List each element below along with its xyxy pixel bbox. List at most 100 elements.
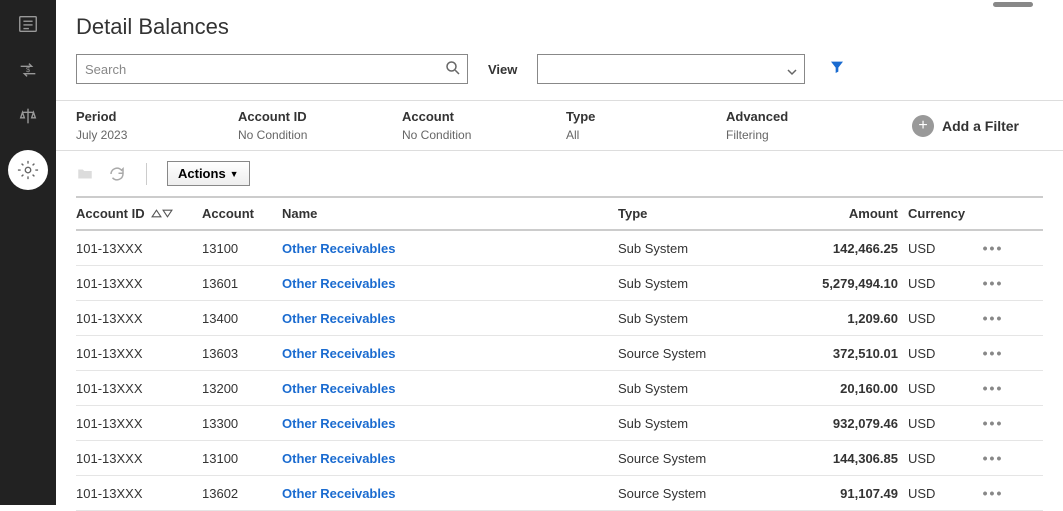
- actions-button[interactable]: Actions ▼: [167, 161, 250, 186]
- td-amount: 20,160.00: [798, 381, 898, 396]
- td-currency: USD: [898, 311, 968, 326]
- table-header: Account ID Account Name Type Amount Curr…: [76, 196, 1043, 231]
- table-row: 101-13XXX13100Other Receivables Sub Syste…: [76, 231, 1043, 266]
- table-row: 101-13XXX13200Other ReceivablesSub Syste…: [76, 371, 1043, 406]
- row-more-icon[interactable]: •••: [983, 450, 1004, 466]
- td-account-id: 101-13XXX: [76, 451, 202, 466]
- toolbar-row: View: [76, 54, 1043, 84]
- view-select[interactable]: [537, 54, 805, 84]
- row-more-icon[interactable]: •••: [983, 485, 1004, 501]
- view-label: View: [488, 62, 517, 77]
- row-more-icon[interactable]: •••: [983, 240, 1004, 256]
- td-type: Source System: [618, 486, 798, 501]
- td-type: Source System: [618, 346, 798, 361]
- td-currency: USD: [898, 346, 968, 361]
- td-name-link[interactable]: Other Receivables: [282, 486, 395, 501]
- th-name[interactable]: Name: [282, 206, 618, 221]
- td-account-id: 101-13XXX: [76, 486, 202, 501]
- row-more-icon[interactable]: •••: [983, 415, 1004, 431]
- svg-text:$: $: [26, 65, 30, 74]
- td-name-link[interactable]: Other Receivables: [282, 241, 395, 256]
- td-name-link[interactable]: Other Receivables: [282, 451, 395, 466]
- td-type: Sub System: [618, 311, 798, 326]
- th-currency[interactable]: Currency: [898, 206, 968, 221]
- filter-period-value: July 2023: [76, 128, 238, 142]
- sort-asc-icon[interactable]: [151, 208, 162, 219]
- refresh-icon[interactable]: [108, 165, 126, 183]
- table-row: 101-13XXX13601Other ReceivablesSub Syste…: [76, 266, 1043, 301]
- sidebar-worklist-icon[interactable]: [16, 12, 40, 36]
- th-amount[interactable]: Amount: [798, 206, 898, 221]
- table-row: 101-13XXX13400Other Receivables Sub Syste…: [76, 301, 1043, 336]
- filter-period-label: Period: [76, 109, 238, 124]
- filter-period[interactable]: Period July 2023: [76, 109, 238, 142]
- add-filter-label: Add a Filter: [942, 118, 1019, 134]
- td-amount: 5,279,494.10: [798, 276, 898, 291]
- td-account: 13602: [202, 486, 282, 501]
- filter-account-id-value: No Condition: [238, 128, 402, 142]
- sort-desc-icon[interactable]: [162, 208, 173, 219]
- td-amount: 372,510.01: [798, 346, 898, 361]
- td-currency: USD: [898, 381, 968, 396]
- plus-icon: +: [912, 115, 934, 137]
- td-currency: USD: [898, 276, 968, 291]
- drawer-handle[interactable]: [993, 2, 1033, 7]
- td-name-link[interactable]: Other Receivables: [282, 311, 395, 326]
- td-name-link[interactable]: Other Receivables: [282, 276, 395, 291]
- row-more-icon[interactable]: •••: [983, 345, 1004, 361]
- td-currency: USD: [898, 241, 968, 256]
- th-account[interactable]: Account: [202, 206, 282, 221]
- row-more-icon[interactable]: •••: [983, 310, 1004, 326]
- main-area: Detail Balances View Period: [56, 0, 1063, 505]
- td-account: 13601: [202, 276, 282, 291]
- balances-table: Account ID Account Name Type Amount Curr…: [76, 196, 1043, 511]
- td-amount: 1,209.60: [798, 311, 898, 326]
- search-input[interactable]: [76, 54, 468, 84]
- td-account: 13100: [202, 451, 282, 466]
- td-type: Sub System: [618, 416, 798, 431]
- add-filter-button[interactable]: + Add a Filter: [912, 115, 1019, 137]
- td-account-id: 101-13XXX: [76, 416, 202, 431]
- caret-down-icon: ▼: [230, 169, 239, 179]
- td-name-link[interactable]: Other Receivables: [282, 381, 395, 396]
- td-account-id: 101-13XXX: [76, 311, 202, 326]
- filter-account[interactable]: Account No Condition: [402, 109, 566, 142]
- td-name-link[interactable]: Other Receivables: [282, 346, 395, 361]
- td-account-id: 101-13XXX: [76, 346, 202, 361]
- td-account: 13603: [202, 346, 282, 361]
- filter-account-value: No Condition: [402, 128, 566, 142]
- td-account: 13400: [202, 311, 282, 326]
- td-name-link[interactable]: Other Receivables: [282, 416, 395, 431]
- filter-icon[interactable]: [829, 59, 845, 80]
- folder-icon[interactable]: [76, 165, 94, 183]
- sidebar-detail-balances-icon[interactable]: [8, 150, 48, 190]
- td-type: Sub System: [618, 381, 798, 396]
- filter-type[interactable]: Type All: [566, 109, 726, 142]
- search-icon[interactable]: [444, 59, 462, 82]
- td-type: Sub System: [618, 241, 798, 256]
- table-row: 101-13XXX13300Other Receivables Sub Syste…: [76, 406, 1043, 441]
- action-bar: Actions ▼: [76, 161, 1043, 196]
- td-account-id: 101-13XXX: [76, 241, 202, 256]
- row-more-icon[interactable]: •••: [983, 380, 1004, 396]
- sidebar-transactions-icon[interactable]: $: [16, 58, 40, 82]
- filter-bar: Period July 2023 Account ID No Condition…: [56, 100, 1063, 151]
- td-amount: 932,079.46: [798, 416, 898, 431]
- filter-advanced-value: Filtering: [726, 128, 912, 142]
- page-title: Detail Balances: [76, 14, 1043, 40]
- filter-advanced[interactable]: Advanced Filtering: [726, 109, 912, 142]
- divider: [146, 163, 147, 185]
- td-amount: 144,306.85: [798, 451, 898, 466]
- th-account-id[interactable]: Account ID: [76, 206, 202, 221]
- td-account: 13200: [202, 381, 282, 396]
- td-account: 13300: [202, 416, 282, 431]
- td-currency: USD: [898, 486, 968, 501]
- th-type[interactable]: Type: [618, 206, 798, 221]
- sidebar-balance-icon[interactable]: [16, 104, 40, 128]
- row-more-icon[interactable]: •••: [983, 275, 1004, 291]
- filter-account-id[interactable]: Account ID No Condition: [238, 109, 402, 142]
- filter-type-value: All: [566, 128, 726, 142]
- td-currency: USD: [898, 416, 968, 431]
- sort-icons: [151, 208, 173, 219]
- td-account: 13100: [202, 241, 282, 256]
